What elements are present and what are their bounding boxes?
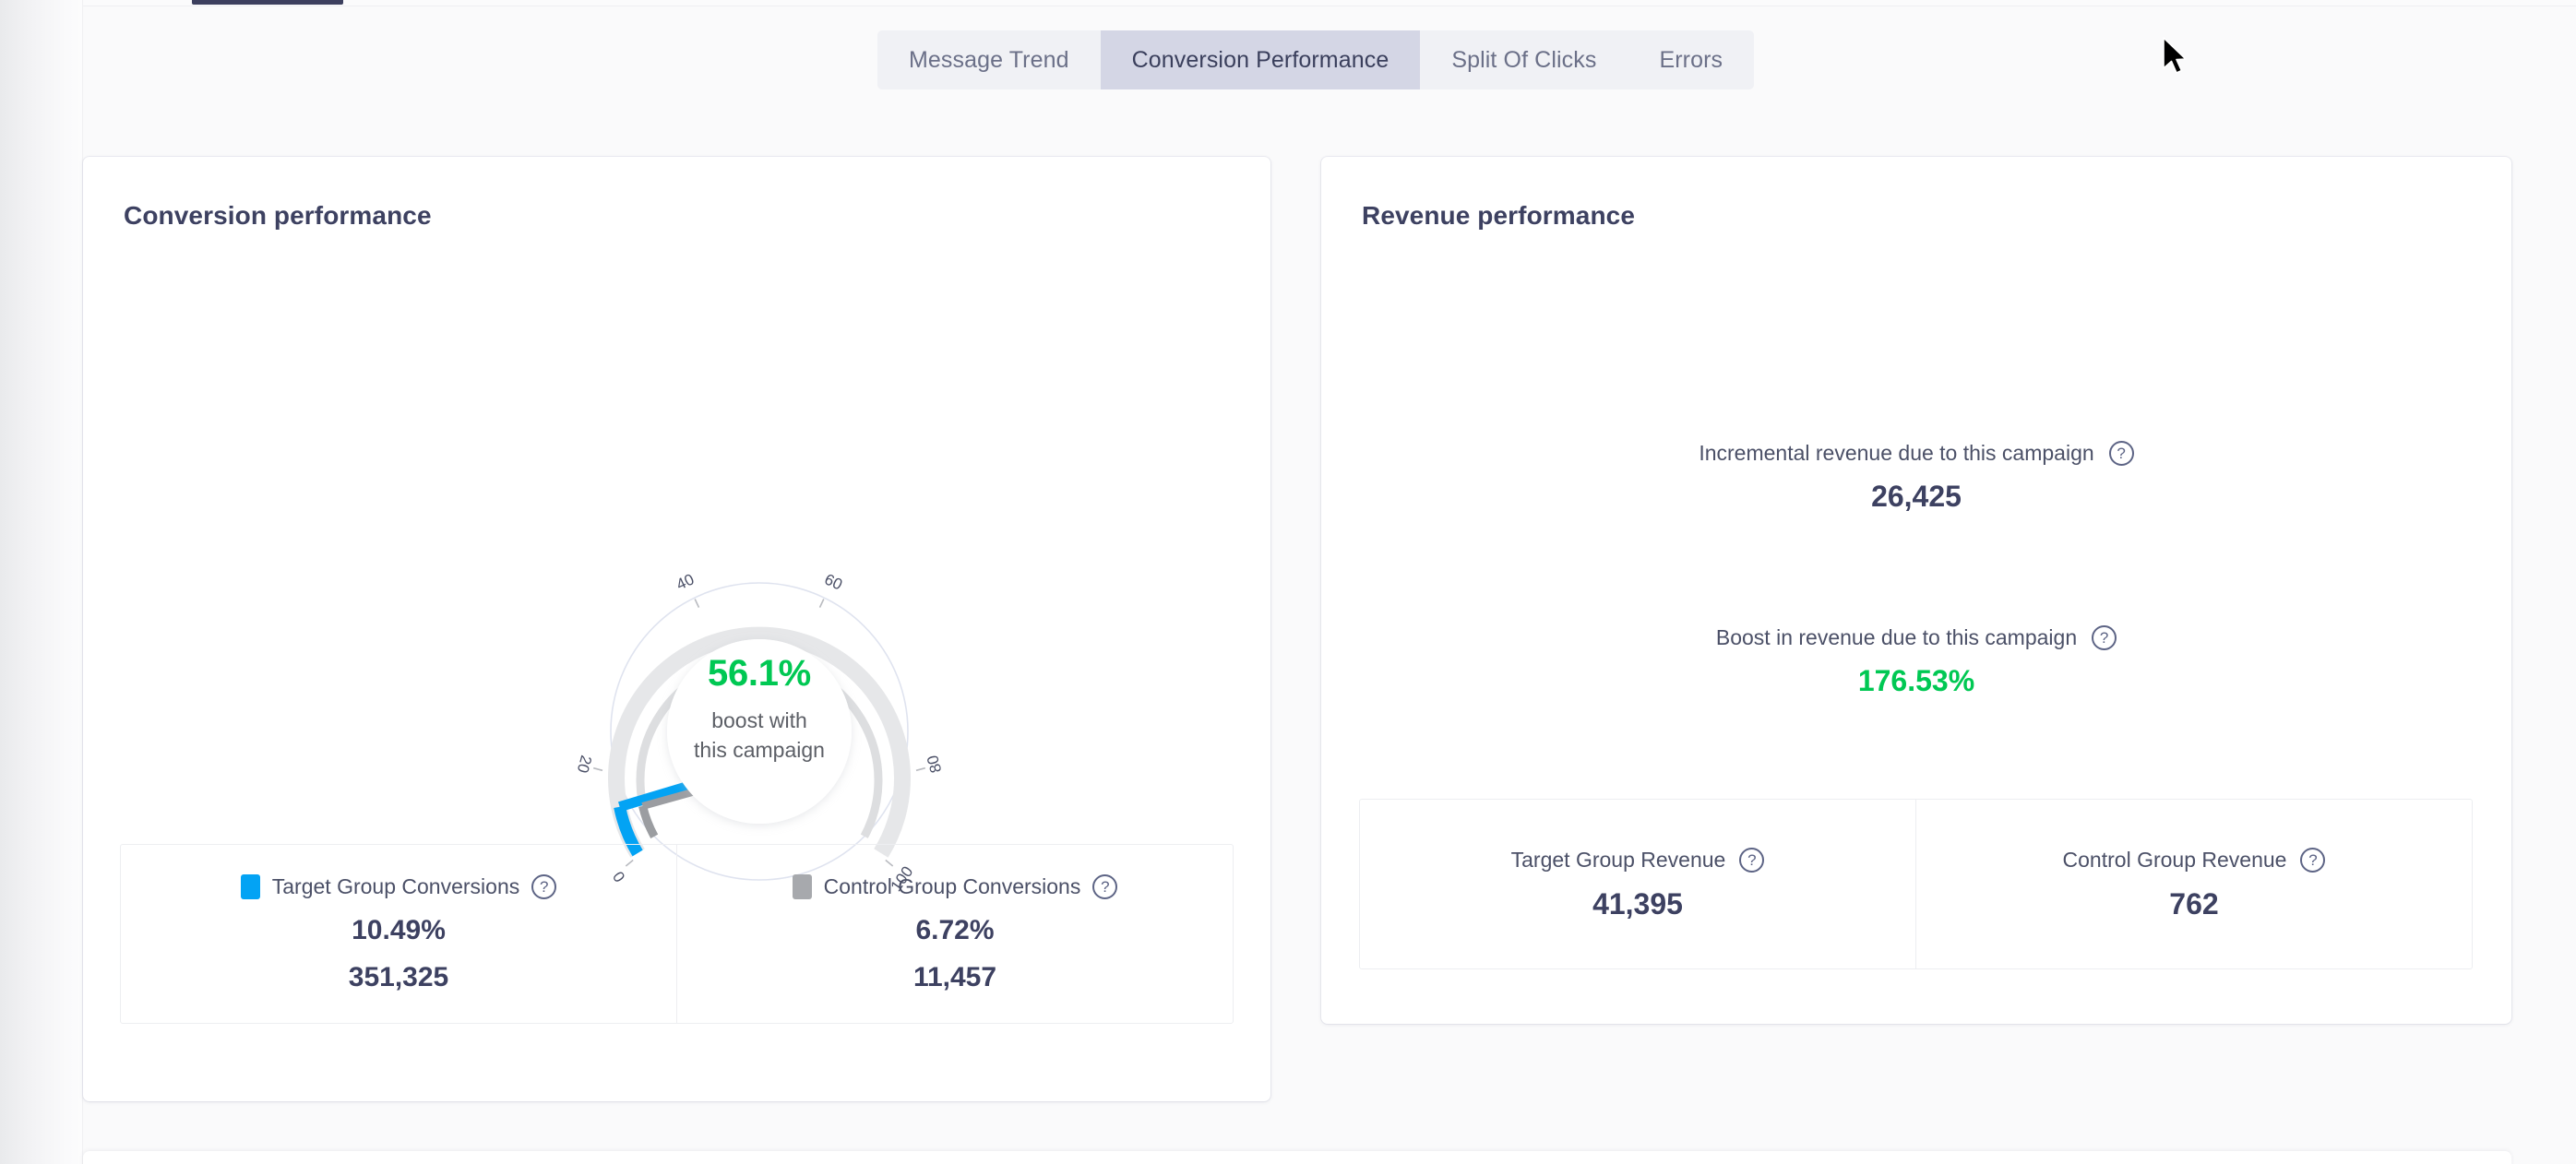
revenue-cell-target-group: Target Group Revenue ? 41,395 — [1360, 800, 1915, 968]
help-icon-control-group-revenue[interactable]: ? — [2300, 847, 2326, 873]
legend-percent-control-group: 6.72% — [915, 915, 995, 945]
revenue-performance-card: Revenue performance Incremental revenue … — [1321, 157, 2511, 1024]
revenue-boost-value: 176.53% — [1857, 664, 1975, 697]
help-icon-revenue-boost[interactable]: ? — [2092, 625, 2117, 650]
incremental-revenue-value: 26,425 — [1871, 480, 1962, 513]
svg-text:20: 20 — [574, 754, 595, 775]
sidebar-edge-shadow — [0, 0, 83, 1164]
control-group-revenue-label-row: Control Group Revenue ? — [2062, 847, 2326, 873]
legend-percent-target-group: 10.49% — [352, 915, 446, 945]
help-icon-incremental-revenue[interactable]: ? — [2108, 441, 2134, 466]
revenue-card-title: Revenue performance — [1362, 201, 1636, 230]
legend-label-target-group: Target Group Conversions — [271, 874, 520, 898]
legend-cell-target-group: Target Group Conversions ? 10.49% 351,32… — [121, 845, 676, 1023]
revenue-boost-block: Boost in revenue due to this campaign ? … — [1321, 625, 2511, 698]
incremental-revenue-label: Incremental revenue due to this campaign — [1699, 441, 2094, 465]
next-card-peek — [83, 1151, 2511, 1164]
legend-swatch-control-group — [792, 874, 812, 899]
conversion-legend-row: Target Group Conversions ? 10.49% 351,32… — [120, 844, 1234, 1024]
control-group-revenue-value: 762 — [2169, 886, 2219, 921]
tab-split-of-clicks[interactable]: Split Of Clicks — [1420, 30, 1628, 89]
legend-label-control-group: Control Group Conversions — [823, 874, 1081, 898]
incremental-revenue-label-row: Incremental revenue due to this campaign… — [1699, 441, 2134, 466]
incremental-revenue-block: Incremental revenue due to this campaign… — [1321, 441, 2511, 514]
svg-text:60: 60 — [822, 570, 845, 593]
target-group-revenue-label: Target Group Revenue — [1510, 847, 1726, 872]
active-nav-tab-underline — [192, 0, 343, 5]
app-root: Message Trend Conversion Performance Spl… — [0, 0, 2576, 1164]
legend-swatch-target-group — [240, 874, 260, 899]
help-icon-control-group-conversions[interactable]: ? — [1092, 874, 1118, 899]
conversion-performance-card: Conversion performance 0 20 40 60 80 100… — [83, 157, 1270, 1101]
control-group-revenue-label: Control Group Revenue — [2062, 847, 2287, 872]
help-icon-target-group-conversions[interactable]: ? — [531, 874, 557, 899]
revenue-boost-label: Boost in revenue due to this campaign — [1715, 625, 2078, 649]
legend-head-control-group: Control Group Conversions ? — [792, 874, 1118, 899]
target-group-revenue-label-row: Target Group Revenue ? — [1510, 847, 1765, 873]
tab-message-trend[interactable]: Message Trend — [877, 30, 1101, 89]
revenue-group-boxes: Target Group Revenue ? 41,395 Control Gr… — [1359, 799, 2473, 969]
legend-head-target-group: Target Group Conversions ? — [240, 874, 557, 899]
target-group-revenue-value: 41,395 — [1592, 886, 1683, 921]
revenue-boost-label-row: Boost in revenue due to this campaign ? — [1716, 625, 2117, 650]
help-icon-target-group-revenue[interactable]: ? — [1739, 847, 1765, 873]
conversion-card-title: Conversion performance — [124, 201, 432, 230]
legend-cell-control-group: Control Group Conversions ? 6.72% 11,457 — [676, 845, 1233, 1023]
svg-text:80: 80 — [924, 754, 945, 775]
gauge-inner-disc-fill — [667, 639, 852, 824]
legend-count-target-group: 351,325 — [348, 962, 449, 992]
tab-conversion-performance[interactable]: Conversion Performance — [1100, 30, 1421, 89]
legend-count-control-group: 11,457 — [912, 962, 997, 992]
svg-text:40: 40 — [674, 570, 697, 593]
analytics-tabbar[interactable]: Message Trend Conversion Performance Spl… — [877, 30, 1755, 89]
revenue-cell-control-group: Control Group Revenue ? 762 — [1915, 800, 2472, 968]
tab-errors[interactable]: Errors — [1628, 30, 1754, 89]
